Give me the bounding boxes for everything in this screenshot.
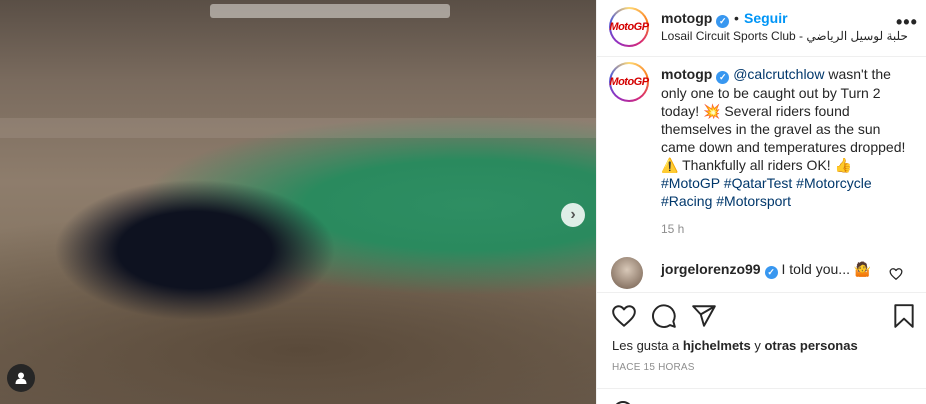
account-username[interactable]: motogp ✓ xyxy=(661,10,730,28)
post-timestamp: HACE 15 HORAS xyxy=(612,362,695,373)
verified-icon: ✓ xyxy=(764,266,778,279)
carousel-next-button[interactable]: › xyxy=(561,203,585,227)
share-icon[interactable] xyxy=(691,303,717,329)
post-header: MotoGP motogp ✓ • Seguir Losail Circuit S… xyxy=(597,0,926,57)
comment-icon[interactable] xyxy=(651,303,677,329)
hashtag-link[interactable]: #Motorcycle xyxy=(796,175,871,191)
user-tag-icon xyxy=(15,372,27,384)
caption-username[interactable]: motogp xyxy=(661,66,712,82)
follow-button[interactable]: Seguir xyxy=(744,10,788,26)
comment-item: jorgelorenzo99 ✓ I told you... 🤷 xyxy=(597,257,926,291)
hashtag-link[interactable]: #Racing xyxy=(661,193,712,209)
photo-highlight xyxy=(210,4,450,18)
location-link[interactable]: Losail Circuit Sports Club - حلبة لوسيل … xyxy=(661,29,919,43)
hashtag-link[interactable]: #Motorsport xyxy=(716,193,791,209)
comment-text: jorgelorenzo99 ✓ I told you... 🤷 xyxy=(661,261,871,279)
post-photo[interactable]: › xyxy=(0,0,596,404)
hashtag-link[interactable]: #QatarTest xyxy=(724,175,792,191)
chevron-right-icon: › xyxy=(570,206,576,223)
more-options-icon[interactable]: ••• xyxy=(896,12,918,33)
avatar[interactable]: MotoGP xyxy=(609,7,649,47)
caption-timestamp: 15 h xyxy=(661,222,685,236)
verified-icon: ✓ xyxy=(716,70,730,84)
user-tag-button[interactable] xyxy=(7,364,35,392)
comment-like-icon[interactable] xyxy=(889,267,903,281)
hashtag-link[interactable]: #MotoGP xyxy=(661,175,720,191)
motogp-logo: MotoGP xyxy=(609,11,649,43)
caption-avatar[interactable]: MotoGP xyxy=(609,62,649,102)
caption-text: motogp ✓ @calcrutchlow wasn't the only on… xyxy=(661,65,911,210)
verified-icon: ✓ xyxy=(716,15,730,28)
comment-username[interactable]: jorgelorenzo99 xyxy=(661,261,761,277)
other-likers-link[interactable]: otras personas xyxy=(764,338,857,353)
post-panel: MotoGP motogp ✓ • Seguir Losail Circuit S… xyxy=(596,0,926,404)
motogp-logo: MotoGP xyxy=(609,66,649,98)
photo-gravel xyxy=(0,118,596,138)
bookmark-icon[interactable] xyxy=(891,303,917,329)
liker-username[interactable]: hjchelmets xyxy=(683,338,751,353)
likes-summary: Les gusta a hjchelmets y otras personas xyxy=(612,338,858,353)
separator-dot: • xyxy=(734,10,739,26)
heart-icon[interactable] xyxy=(611,303,637,329)
mention-link[interactable]: @calcrutchlow xyxy=(733,66,824,82)
comment-body: I told you... 🤷 xyxy=(781,261,872,277)
add-comment-bar xyxy=(597,388,926,404)
comment-avatar[interactable] xyxy=(611,257,643,289)
action-bar xyxy=(597,292,926,340)
